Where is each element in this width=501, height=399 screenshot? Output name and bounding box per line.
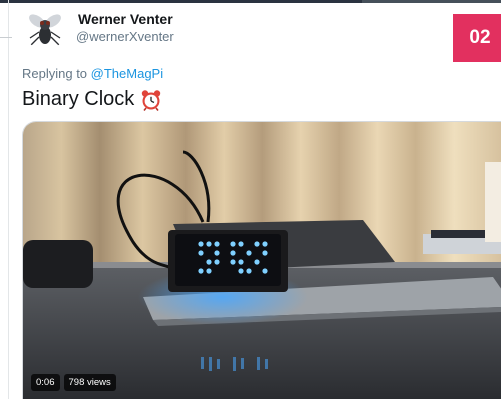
video-views: 798 views: [63, 374, 116, 391]
video-thumbnail: [23, 122, 501, 399]
tweet-text: Binary Clock: [22, 88, 162, 111]
video-timestamp: 0:06: [31, 374, 60, 391]
tweet-body: Binary Clock: [22, 88, 135, 110]
replying-prefix: Replying to: [22, 66, 88, 81]
alarm-clock-icon: [140, 89, 162, 111]
avatar[interactable]: [24, 8, 66, 50]
user-handle[interactable]: @wernerXventer: [76, 29, 174, 44]
video-stats: 0:06 798 views: [31, 374, 116, 391]
mention-link[interactable]: @TheMagPi: [91, 66, 163, 81]
user-name[interactable]: Werner Venter: [78, 11, 173, 27]
fly-avatar-icon: [24, 8, 66, 50]
top-strip-right: [362, 0, 501, 3]
replying-to: Replying to @TheMagPi: [22, 66, 163, 81]
video-player[interactable]: 0:06 798 views: [22, 121, 501, 399]
card-border: [8, 0, 9, 399]
card-divider: [0, 37, 12, 38]
figure-number-badge: 02: [453, 14, 501, 62]
